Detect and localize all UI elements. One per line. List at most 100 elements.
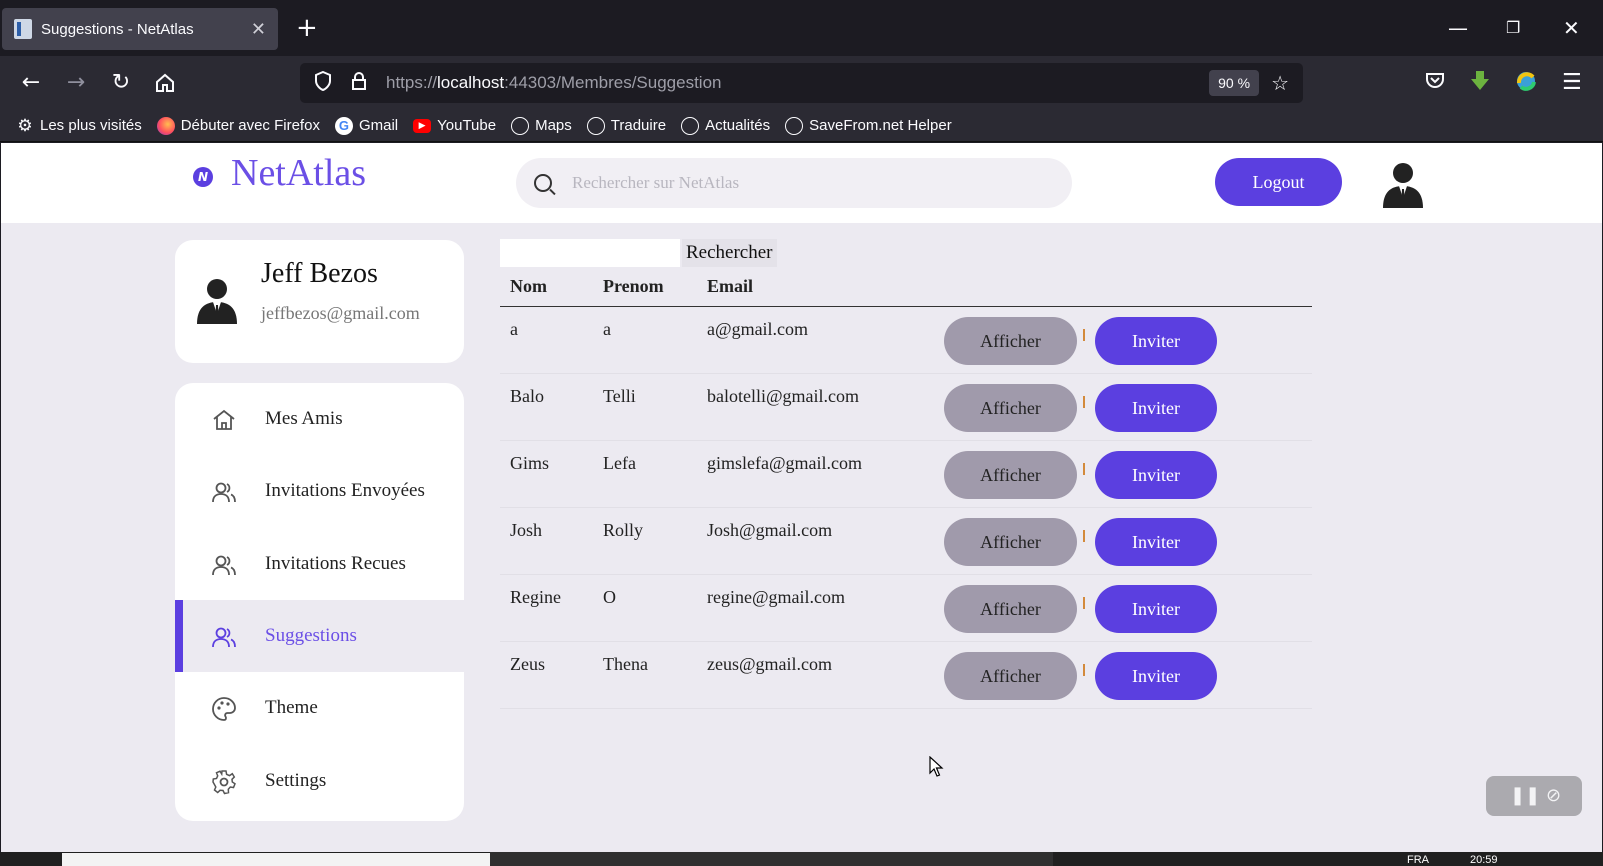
menu-item-label: Suggestions xyxy=(265,625,357,646)
menu-item-theme[interactable]: Theme xyxy=(175,672,464,744)
download-helper-icon[interactable] xyxy=(1470,70,1490,98)
bookmarks-bar: ⚙ Les plus visités Débuter avec Firefox G… xyxy=(0,110,1603,142)
action-separator xyxy=(1083,396,1085,408)
address-bar[interactable]: https://localhost:44303/Membres/Suggesti… xyxy=(300,63,1303,103)
google-icon: G xyxy=(334,116,353,135)
inviter-button[interactable]: Inviter xyxy=(1095,652,1217,700)
shield-icon[interactable] xyxy=(310,70,336,96)
afficher-button[interactable]: Afficher xyxy=(944,384,1077,432)
extension-icon[interactable] xyxy=(1515,70,1537,98)
logout-button[interactable]: Logout xyxy=(1215,158,1342,206)
menu-item-settings[interactable]: Settings xyxy=(175,745,464,817)
taskbar-language[interactable]: FRA xyxy=(1407,854,1429,866)
search-icon[interactable] xyxy=(534,174,552,192)
home-icon xyxy=(213,409,235,430)
menu-item-label: Invitations Recues xyxy=(265,553,406,574)
inviter-button[interactable]: Inviter xyxy=(1095,585,1217,633)
lock-icon[interactable] xyxy=(346,71,372,96)
bookmark-star-icon[interactable]: ☆ xyxy=(1271,71,1289,95)
pause-icon[interactable]: ❚❚ xyxy=(1510,785,1540,806)
taskbar-apps xyxy=(490,852,1053,866)
column-header-email: Email xyxy=(707,276,754,296)
menu-item-label: Mes Amis xyxy=(265,408,343,429)
menu-item-invitations-recues[interactable]: Invitations Recues xyxy=(175,528,464,600)
menu-hamburger-icon[interactable]: ☰ xyxy=(1562,70,1582,96)
globe-icon xyxy=(681,116,700,135)
forward-icon[interactable]: → xyxy=(61,68,91,98)
table-row: a a a@gmail.com Afficher Inviter xyxy=(500,307,1312,374)
zoom-level[interactable]: 90 % xyxy=(1209,70,1260,96)
home-button[interactable] xyxy=(150,68,180,98)
bookmark-item[interactable]: ▶ YouTube xyxy=(413,117,496,134)
taskbar-search-box[interactable] xyxy=(62,853,490,866)
browser-tab[interactable]: Suggestions - NetAtlas ✕ xyxy=(2,8,278,50)
minimize-icon[interactable]: — xyxy=(1448,14,1468,42)
table-row: Balo Telli balotelli@gmail.com Afficher … xyxy=(500,374,1312,441)
afficher-button[interactable]: Afficher xyxy=(944,585,1077,633)
action-separator xyxy=(1083,463,1085,475)
bookmark-item[interactable]: Actualités xyxy=(681,116,770,135)
bookmark-item[interactable]: ⚙ Les plus visités xyxy=(16,115,141,135)
profile-email: jeffbezos@gmail.com xyxy=(261,303,420,323)
users-icon xyxy=(212,482,236,503)
menu-item-suggestions[interactable]: Suggestions xyxy=(175,600,464,672)
cell-email: regine@gmail.com xyxy=(707,587,846,607)
bookmark-item[interactable]: SaveFrom.net Helper xyxy=(785,116,952,135)
column-header-prenom: Prenom xyxy=(603,276,664,296)
cell-prenom: Telli xyxy=(603,386,636,406)
user-avatar-icon[interactable] xyxy=(1381,160,1425,208)
table-row: Zeus Thena zeus@gmail.com Afficher Invit… xyxy=(500,642,1312,709)
globe-icon xyxy=(511,116,530,135)
cell-prenom: Lefa xyxy=(603,453,636,473)
cell-prenom: Rolly xyxy=(603,520,644,540)
palette-icon xyxy=(212,697,236,721)
cell-nom: Josh xyxy=(510,520,543,540)
gear-icon: ⚙ xyxy=(17,115,33,135)
menu-item-invitations-envoyees[interactable]: Invitations Envoyées xyxy=(175,455,464,527)
global-search-input[interactable] xyxy=(572,173,1042,193)
afficher-button[interactable]: Afficher xyxy=(944,518,1077,566)
recorder-settings-icon[interactable]: ⊘ xyxy=(1546,785,1561,806)
cell-nom: a xyxy=(510,319,518,339)
restore-icon[interactable]: ❐ xyxy=(1506,14,1520,42)
table-row: Regine O regine@gmail.com Afficher Invit… xyxy=(500,575,1312,642)
filter-search-input[interactable] xyxy=(500,239,680,267)
back-icon[interactable]: ← xyxy=(16,68,46,98)
users-icon xyxy=(212,627,236,648)
afficher-button[interactable]: Afficher xyxy=(944,451,1077,499)
reload-icon[interactable]: ↻ xyxy=(106,68,136,98)
pocket-icon[interactable] xyxy=(1425,70,1445,96)
url-text[interactable]: https://localhost:44303/Membres/Suggesti… xyxy=(386,73,1209,93)
cell-prenom: Thena xyxy=(603,654,648,674)
new-tab-button[interactable]: + xyxy=(296,14,318,42)
afficher-button[interactable]: Afficher xyxy=(944,317,1077,365)
column-header-nom: Nom xyxy=(510,276,547,296)
table-row: Josh Rolly Josh@gmail.com Afficher Invit… xyxy=(500,508,1312,575)
bookmark-item[interactable]: Maps xyxy=(511,116,572,135)
globe-icon xyxy=(586,116,605,135)
close-window-icon[interactable]: ✕ xyxy=(1563,14,1580,42)
netatlas-logo-icon[interactable]: N xyxy=(193,167,213,187)
taskbar-clock[interactable]: 20:59 xyxy=(1470,854,1498,866)
rechercher-button[interactable]: Rechercher xyxy=(682,239,777,267)
inviter-button[interactable]: Inviter xyxy=(1095,317,1217,365)
inviter-button[interactable]: Inviter xyxy=(1095,451,1217,499)
cell-nom: Balo xyxy=(510,386,544,406)
inviter-button[interactable]: Inviter xyxy=(1095,518,1217,566)
menu-item-label: Theme xyxy=(265,697,318,718)
table-row: Gims Lefa gimslefa@gmail.com Afficher In… xyxy=(500,441,1312,508)
app-logo-text[interactable]: NetAtlas xyxy=(231,151,366,195)
action-separator xyxy=(1083,664,1085,676)
page-favicon-icon xyxy=(14,19,32,39)
bookmark-item[interactable]: G Gmail xyxy=(334,116,398,135)
bookmark-item[interactable]: Traduire xyxy=(586,116,666,135)
gear-icon xyxy=(212,770,236,795)
browser-navbar: ← → ↻ https://localhost:44303/Membres/Su… xyxy=(0,56,1603,110)
bookmark-item[interactable]: Débuter avec Firefox xyxy=(156,116,320,135)
afficher-button[interactable]: Afficher xyxy=(944,652,1077,700)
menu-item-mes-amis[interactable]: Mes Amis xyxy=(175,383,464,455)
inviter-button[interactable]: Inviter xyxy=(1095,384,1217,432)
tab-title: Suggestions - NetAtlas xyxy=(41,20,194,38)
close-tab-icon[interactable]: ✕ xyxy=(251,19,266,40)
recorder-widget: ❚❚ ⊘ xyxy=(1486,776,1582,816)
